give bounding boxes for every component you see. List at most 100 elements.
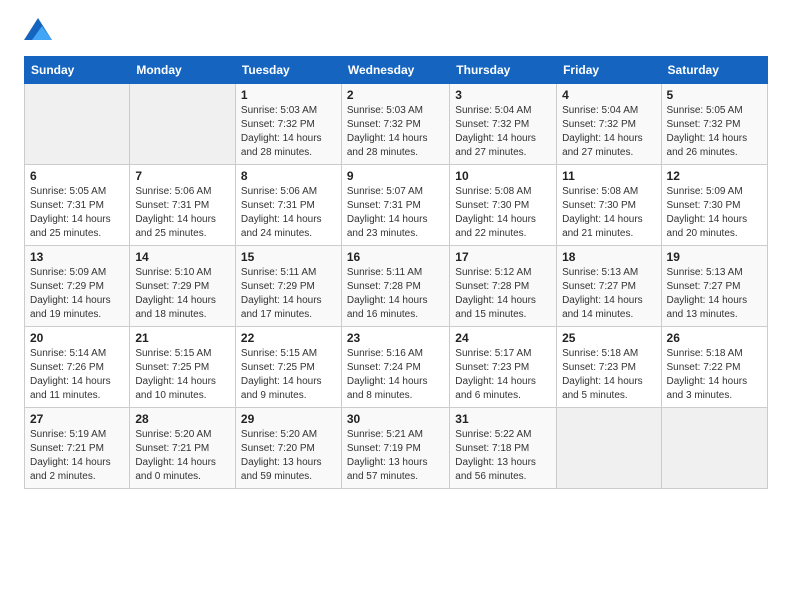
calendar-page: SundayMondayTuesdayWednesdayThursdayFrid…: [0, 0, 792, 612]
day-number: 31: [455, 412, 551, 426]
day-number: 22: [241, 331, 336, 345]
header-day-wednesday: Wednesday: [341, 57, 449, 84]
day-info: Sunrise: 5:20 AM Sunset: 7:20 PM Dayligh…: [241, 428, 336, 484]
day-cell: 4 Sunrise: 5:04 AM Sunset: 7:32 PM Daylig…: [557, 84, 661, 165]
day-info: Sunrise: 5:09 AM Sunset: 7:30 PM Dayligh…: [667, 185, 762, 241]
calendar-body: 1 Sunrise: 5:03 AM Sunset: 7:32 PM Daylig…: [25, 84, 768, 489]
day-info: Sunrise: 5:18 AM Sunset: 7:22 PM Dayligh…: [667, 347, 762, 403]
day-info: Sunrise: 5:22 AM Sunset: 7:18 PM Dayligh…: [455, 428, 551, 484]
day-cell: 18Sunrise: 5:13 AM Sunset: 7:27 PM Dayli…: [557, 246, 661, 327]
calendar-table: SundayMondayTuesdayWednesdayThursdayFrid…: [24, 56, 768, 489]
day-info: Sunrise: 5:08 AM Sunset: 7:30 PM Dayligh…: [562, 185, 655, 241]
day-number: 2: [347, 88, 444, 102]
day-info: Sunrise: 5:05 AM Sunset: 7:31 PM Dayligh…: [30, 185, 124, 241]
day-number: 4: [562, 88, 655, 102]
day-cell: 27Sunrise: 5:19 AM Sunset: 7:21 PM Dayli…: [25, 408, 130, 489]
day-number: 18: [562, 250, 655, 264]
day-number: 15: [241, 250, 336, 264]
day-cell: [661, 408, 767, 489]
header-day-tuesday: Tuesday: [235, 57, 341, 84]
day-info: Sunrise: 5:21 AM Sunset: 7:19 PM Dayligh…: [347, 428, 444, 484]
week-row-4: 20Sunrise: 5:14 AM Sunset: 7:26 PM Dayli…: [25, 327, 768, 408]
day-cell: 17 Sunrise: 5:12 AM Sunset: 7:28 PM Dayli…: [450, 246, 557, 327]
day-info: Sunrise: 5:08 AM Sunset: 7:30 PM Dayligh…: [455, 185, 551, 241]
day-number: 28: [135, 412, 230, 426]
day-info: Sunrise: 5:18 AM Sunset: 7:23 PM Dayligh…: [562, 347, 655, 403]
day-cell: [557, 408, 661, 489]
logo-icon: [24, 18, 52, 40]
logo: [24, 20, 56, 42]
day-cell: 19 Sunrise: 5:13 AM Sunset: 7:27 PM Dayli…: [661, 246, 767, 327]
day-info: Sunrise: 5:17 AM Sunset: 7:23 PM Dayligh…: [455, 347, 551, 403]
day-cell: 26 Sunrise: 5:18 AM Sunset: 7:22 PM Dayli…: [661, 327, 767, 408]
day-number: 5: [667, 88, 762, 102]
day-info: Sunrise: 5:10 AM Sunset: 7:29 PM Dayligh…: [135, 266, 230, 322]
day-info: Sunrise: 5:15 AM Sunset: 7:25 PM Dayligh…: [241, 347, 336, 403]
calendar-header: SundayMondayTuesdayWednesdayThursdayFrid…: [25, 57, 768, 84]
day-number: 23: [347, 331, 444, 345]
day-number: 21: [135, 331, 230, 345]
day-info: Sunrise: 5:11 AM Sunset: 7:28 PM Dayligh…: [347, 266, 444, 322]
day-cell: 20Sunrise: 5:14 AM Sunset: 7:26 PM Dayli…: [25, 327, 130, 408]
day-number: 24: [455, 331, 551, 345]
day-cell: 25 Sunrise: 5:18 AM Sunset: 7:23 PM Dayli…: [557, 327, 661, 408]
day-cell: 5 Sunrise: 5:05 AM Sunset: 7:32 PM Daylig…: [661, 84, 767, 165]
day-info: Sunrise: 5:11 AM Sunset: 7:29 PM Dayligh…: [241, 266, 336, 322]
header-row: SundayMondayTuesdayWednesdayThursdayFrid…: [25, 57, 768, 84]
day-info: Sunrise: 5:06 AM Sunset: 7:31 PM Dayligh…: [135, 185, 230, 241]
day-number: 16: [347, 250, 444, 264]
day-cell: 24 Sunrise: 5:17 AM Sunset: 7:23 PM Dayli…: [450, 327, 557, 408]
day-number: 6: [30, 169, 124, 183]
day-number: 13: [30, 250, 124, 264]
day-cell: [130, 84, 236, 165]
day-cell: 28 Sunrise: 5:20 AM Sunset: 7:21 PM Dayli…: [130, 408, 236, 489]
week-row-2: 6 Sunrise: 5:05 AM Sunset: 7:31 PM Daylig…: [25, 165, 768, 246]
day-cell: 22 Sunrise: 5:15 AM Sunset: 7:25 PM Dayli…: [235, 327, 341, 408]
day-cell: 29 Sunrise: 5:20 AM Sunset: 7:20 PM Dayli…: [235, 408, 341, 489]
day-number: 29: [241, 412, 336, 426]
day-number: 11: [562, 169, 655, 183]
day-info: Sunrise: 5:03 AM Sunset: 7:32 PM Dayligh…: [347, 104, 444, 160]
header: [24, 20, 768, 42]
header-day-monday: Monday: [130, 57, 236, 84]
day-number: 14: [135, 250, 230, 264]
header-day-sunday: Sunday: [25, 57, 130, 84]
day-number: 30: [347, 412, 444, 426]
day-info: Sunrise: 5:12 AM Sunset: 7:28 PM Dayligh…: [455, 266, 551, 322]
day-info: Sunrise: 5:13 AM Sunset: 7:27 PM Dayligh…: [667, 266, 762, 322]
day-cell: 13 Sunrise: 5:09 AM Sunset: 7:29 PM Dayli…: [25, 246, 130, 327]
day-info: Sunrise: 5:15 AM Sunset: 7:25 PM Dayligh…: [135, 347, 230, 403]
day-cell: 31 Sunrise: 5:22 AM Sunset: 7:18 PM Dayli…: [450, 408, 557, 489]
day-info: Sunrise: 5:05 AM Sunset: 7:32 PM Dayligh…: [667, 104, 762, 160]
day-info: Sunrise: 5:07 AM Sunset: 7:31 PM Dayligh…: [347, 185, 444, 241]
day-number: 10: [455, 169, 551, 183]
day-number: 20: [30, 331, 124, 345]
day-cell: 9 Sunrise: 5:07 AM Sunset: 7:31 PM Daylig…: [341, 165, 449, 246]
day-info: Sunrise: 5:20 AM Sunset: 7:21 PM Dayligh…: [135, 428, 230, 484]
day-cell: 15 Sunrise: 5:11 AM Sunset: 7:29 PM Dayli…: [235, 246, 341, 327]
day-cell: 7Sunrise: 5:06 AM Sunset: 7:31 PM Daylig…: [130, 165, 236, 246]
day-cell: 10 Sunrise: 5:08 AM Sunset: 7:30 PM Dayli…: [450, 165, 557, 246]
day-number: 1: [241, 88, 336, 102]
day-cell: 6 Sunrise: 5:05 AM Sunset: 7:31 PM Daylig…: [25, 165, 130, 246]
day-number: 9: [347, 169, 444, 183]
day-number: 26: [667, 331, 762, 345]
day-info: Sunrise: 5:04 AM Sunset: 7:32 PM Dayligh…: [562, 104, 655, 160]
week-row-3: 13 Sunrise: 5:09 AM Sunset: 7:29 PM Dayli…: [25, 246, 768, 327]
day-cell: 21 Sunrise: 5:15 AM Sunset: 7:25 PM Dayli…: [130, 327, 236, 408]
day-cell: [25, 84, 130, 165]
day-info: Sunrise: 5:09 AM Sunset: 7:29 PM Dayligh…: [30, 266, 124, 322]
day-number: 8: [241, 169, 336, 183]
day-info: Sunrise: 5:03 AM Sunset: 7:32 PM Dayligh…: [241, 104, 336, 160]
day-info: Sunrise: 5:16 AM Sunset: 7:24 PM Dayligh…: [347, 347, 444, 403]
day-number: 25: [562, 331, 655, 345]
day-info: Sunrise: 5:06 AM Sunset: 7:31 PM Dayligh…: [241, 185, 336, 241]
day-number: 3: [455, 88, 551, 102]
day-cell: 23 Sunrise: 5:16 AM Sunset: 7:24 PM Dayli…: [341, 327, 449, 408]
day-number: 19: [667, 250, 762, 264]
header-day-saturday: Saturday: [661, 57, 767, 84]
header-day-friday: Friday: [557, 57, 661, 84]
day-number: 12: [667, 169, 762, 183]
day-number: 17: [455, 250, 551, 264]
day-cell: 1 Sunrise: 5:03 AM Sunset: 7:32 PM Daylig…: [235, 84, 341, 165]
